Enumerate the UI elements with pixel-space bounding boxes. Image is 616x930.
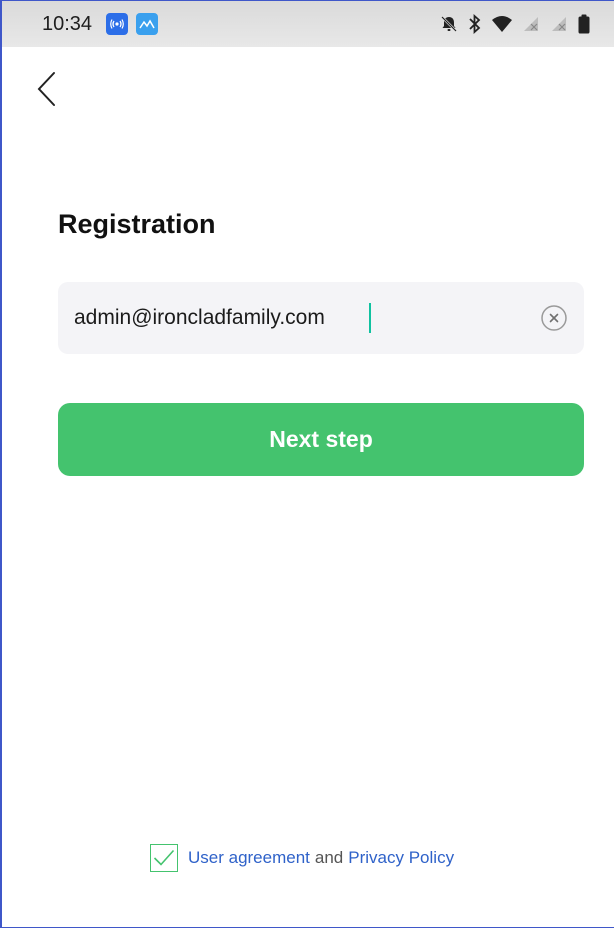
status-icons	[440, 14, 590, 34]
broadcast-notification-icon	[106, 13, 129, 35]
back-button[interactable]	[30, 69, 64, 109]
user-agreement-link[interactable]: User agreement	[188, 848, 310, 868]
text-cursor	[369, 303, 371, 333]
email-input[interactable]	[74, 298, 538, 338]
chevron-left-icon	[37, 72, 55, 106]
signal-no-sim-icon-2	[552, 17, 566, 31]
mountain-notification-icon	[136, 13, 159, 35]
agreement-row: User agreement and Privacy Policy	[150, 844, 454, 872]
battery-icon	[578, 14, 590, 34]
privacy-policy-link[interactable]: Privacy Policy	[348, 848, 454, 868]
email-field[interactable]	[58, 282, 584, 354]
status-bar: 10:34	[2, 1, 614, 47]
page-title: Registration	[58, 209, 216, 239]
and-text: and	[314, 848, 344, 867]
app-screen: 10:34 Registration admin@ironcladfamily.…	[0, 0, 614, 928]
agreement-checkbox[interactable]	[150, 844, 178, 872]
clear-circle-icon	[541, 305, 567, 331]
clear-input-button[interactable]	[538, 302, 570, 334]
signal-no-sim-icon	[524, 17, 538, 31]
wifi-icon	[492, 16, 512, 32]
checkmark-icon	[153, 849, 175, 866]
next-step-button[interactable]: Next step	[58, 403, 584, 476]
status-time: 10:34	[42, 12, 93, 35]
notifications-off-icon	[441, 16, 457, 32]
bluetooth-icon	[469, 14, 481, 34]
